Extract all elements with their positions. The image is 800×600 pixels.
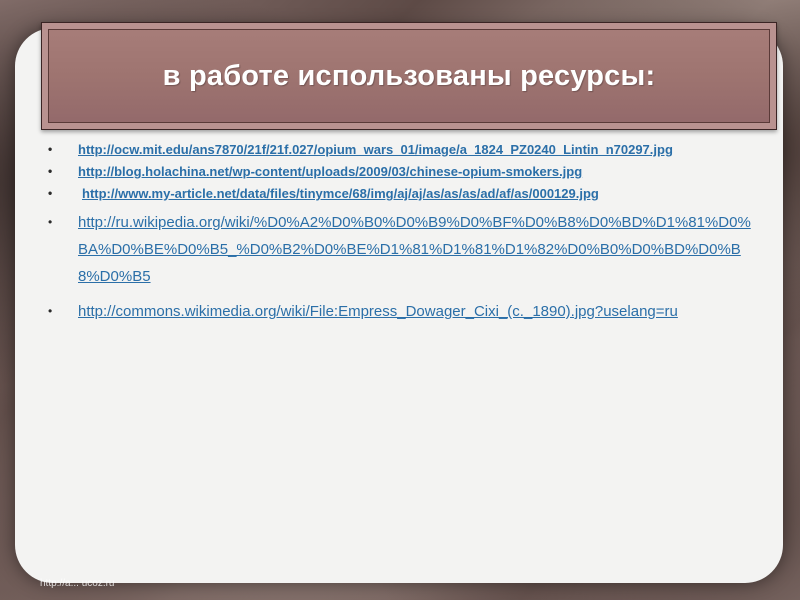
bullet-icon: • xyxy=(48,304,53,318)
bullet-icon: • xyxy=(48,186,53,200)
bullet-icon: • xyxy=(48,215,53,229)
slide-title: в работе использованы ресурсы: xyxy=(162,59,656,92)
resource-link-1[interactable]: http://ocw.mit.edu/ans7870/21f/21f.027/o… xyxy=(78,142,673,157)
title-banner: в работе использованы ресурсы: xyxy=(41,22,777,130)
resource-item-2[interactable]: • http://blog.holachina.net/wp-content/u… xyxy=(42,162,758,181)
bullet-icon: • xyxy=(48,142,53,156)
resource-item-5[interactable]: • http://commons.wikimedia.org/wiki/File… xyxy=(42,298,758,325)
resource-item-4[interactable]: • http://ru.wikipedia.org/wiki/%D0%A2%D0… xyxy=(42,209,758,290)
resource-link-3[interactable]: http://www.my-article.net/data/files/tin… xyxy=(78,186,599,201)
resource-list: • http://ocw.mit.edu/ans7870/21f/21f.027… xyxy=(42,140,758,325)
bullet-icon: • xyxy=(48,164,53,178)
resource-link-5[interactable]: http://commons.wikimedia.org/wiki/File:E… xyxy=(78,298,758,325)
resource-item-3[interactable]: • http://www.my-article.net/data/files/t… xyxy=(42,184,758,203)
watermark-text: http://a... ucoz.ru xyxy=(40,578,115,589)
resource-item-1[interactable]: • http://ocw.mit.edu/ans7870/21f/21f.027… xyxy=(42,140,758,159)
resource-link-2[interactable]: http://blog.holachina.net/wp-content/upl… xyxy=(78,164,582,179)
resource-link-4[interactable]: http://ru.wikipedia.org/wiki/%D0%A2%D0%B… xyxy=(78,209,758,290)
